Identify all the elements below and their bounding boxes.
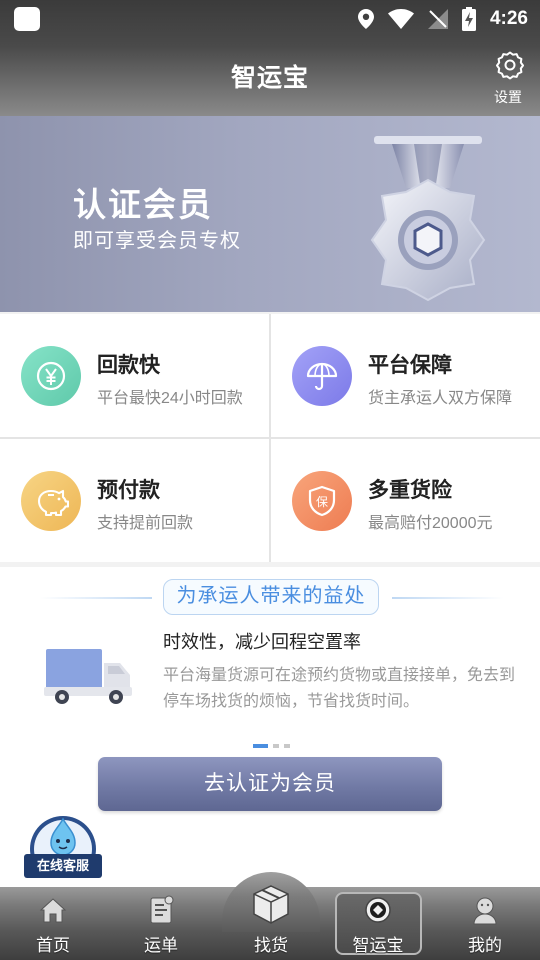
- feature-desc: 平台最快24小时回款: [97, 390, 243, 407]
- header-bar: 4:26 智运宝 设置: [0, 0, 540, 116]
- divider-line: [40, 597, 152, 599]
- status-icons: 4:26: [357, 6, 528, 32]
- page-title: 智运宝: [230, 64, 309, 92]
- nav-item-mine[interactable]: 我的: [440, 887, 530, 960]
- feature-title: 平台保障: [368, 354, 452, 377]
- online-service-button[interactable]: 在线客服: [24, 813, 102, 887]
- medal-icon: [370, 136, 486, 302]
- nav-label: 首页: [36, 936, 70, 955]
- gear-icon: [496, 51, 524, 80]
- coin-icon: [365, 897, 391, 923]
- banner-subtitle: 即可享受会员专权: [73, 230, 241, 252]
- become-member-button[interactable]: 去认证为会员: [98, 757, 442, 811]
- feature-prepayment: 预付款 支持提前回款: [0, 439, 269, 562]
- wifi-icon: [387, 9, 414, 29]
- waybill-icon: [150, 895, 174, 924]
- nav-item-zhiyunbao[interactable]: 智运宝: [333, 887, 423, 960]
- nav-label: 我的: [468, 936, 502, 955]
- carousel-dot-active[interactable]: [253, 744, 268, 748]
- settings-label: 设置: [494, 89, 522, 105]
- settings-button[interactable]: 设置: [494, 50, 526, 107]
- divider-line: [392, 597, 504, 599]
- location-icon: [357, 9, 374, 29]
- feature-grid: 回款快 平台最快24小时回款 平台保障 货主承运人双方保障 预付款 支持提前回款…: [0, 314, 540, 562]
- feature-desc: 货主承运人双方保障: [368, 390, 513, 407]
- box-icon: [253, 885, 289, 924]
- feature-title: 回款快: [97, 354, 160, 377]
- benefits-section: 为承运人带来的益处 时效性，减少回程空置率 平台海量货源可在途预约货物或直接接单…: [0, 567, 540, 887]
- user-icon: [473, 897, 497, 925]
- feature-fast-payment: 回款快 平台最快24小时回款: [0, 314, 269, 437]
- svg-text:保: 保: [316, 495, 328, 509]
- nav-item-find-cargo[interactable]: 找货: [226, 885, 316, 960]
- feature-insurance: 保 多重货险 最高赔付20000元: [271, 439, 540, 562]
- nav-label: 智运宝: [352, 936, 404, 955]
- nav-label: 运单: [144, 936, 178, 955]
- benefit-description: 平台海量货源可在途预约货物或直接接单，免去到停车场找货的烦恼，节省找货时间。: [163, 667, 516, 710]
- home-icon: [39, 898, 67, 923]
- feature-platform-guarantee: 平台保障 货主承运人双方保障: [271, 314, 540, 437]
- status-time: 4:26: [489, 8, 528, 29]
- carousel-dot[interactable]: [284, 744, 290, 748]
- battery-charging-icon: [461, 7, 476, 31]
- umbrella-icon: [292, 346, 352, 406]
- feature-title: 预付款: [97, 479, 160, 502]
- truck-icon: [44, 649, 132, 704]
- member-banner[interactable]: 认证会员 即可享受会员专权: [0, 116, 540, 312]
- benefits-section-title: 为承运人带来的益处: [163, 579, 379, 615]
- online-service-label: 在线客服: [24, 854, 102, 878]
- no-signal-icon: [427, 9, 448, 29]
- feature-title: 多重货险: [368, 479, 452, 502]
- nav-item-waybill[interactable]: 运单: [116, 887, 206, 960]
- carousel-dot[interactable]: [273, 744, 279, 748]
- status-bar: 4:26: [0, 0, 540, 38]
- notification-app-icon: [14, 7, 40, 31]
- feature-desc: 支持提前回款: [97, 515, 194, 532]
- nav-label: 找货: [254, 936, 288, 955]
- insurance-icon: 保: [292, 471, 352, 531]
- app-screen: 4:26 智运宝 设置 认证会员 即可享受会员专权 回款快 平台最快24小时回款…: [0, 0, 540, 960]
- nav-item-home[interactable]: 首页: [8, 887, 98, 960]
- banner-title: 认证会员: [73, 186, 213, 223]
- yen-icon: [21, 346, 81, 406]
- carousel-indicator: [253, 744, 290, 748]
- feature-desc: 最高赔付20000元: [368, 515, 493, 532]
- benefit-heading: 时效性，减少回程空置率: [163, 632, 361, 652]
- piggy-bank-icon: [21, 471, 81, 531]
